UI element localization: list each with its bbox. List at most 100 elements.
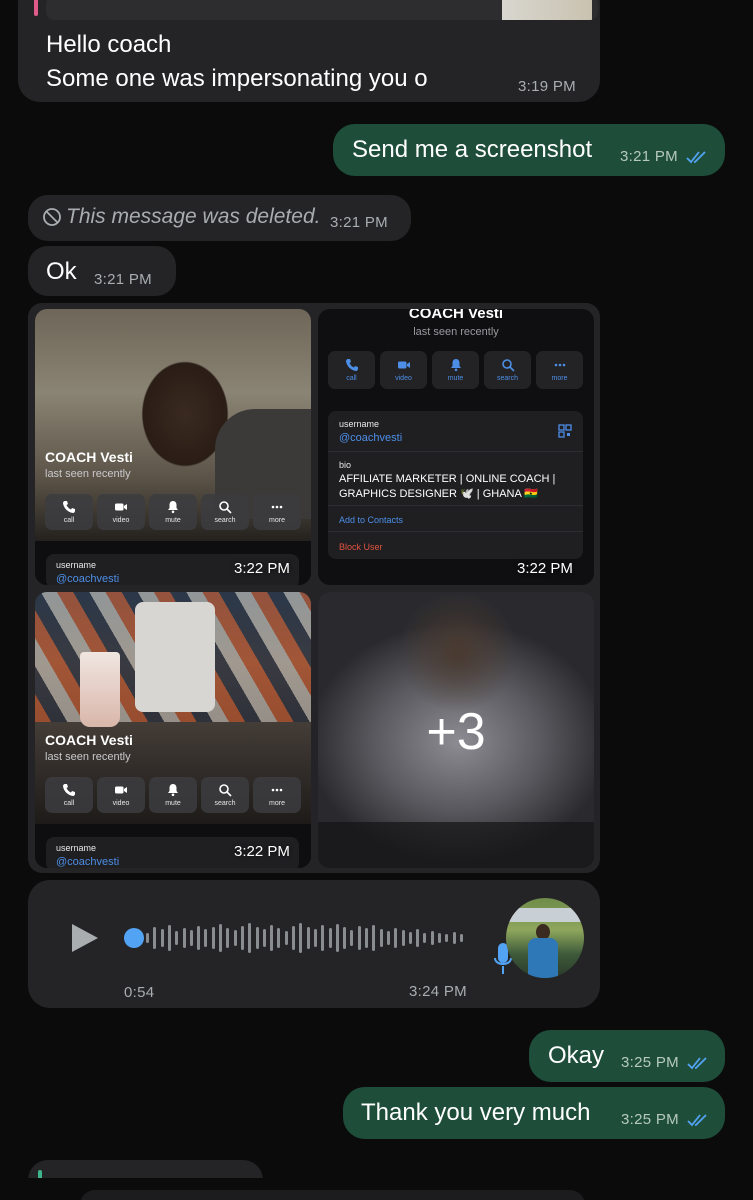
album-photo-2[interactable]: COACH Vesti last seen recently call vide… (318, 309, 594, 585)
album-photo-1[interactable]: COACH Vesti last seen recently call vide… (35, 309, 311, 585)
mute-label: mute (165, 517, 181, 524)
bell-icon (168, 784, 178, 797)
reply-preview[interactable] (46, 0, 598, 20)
avatar[interactable] (506, 898, 584, 978)
video-button[interactable]: video (97, 494, 145, 530)
waveform-bar (211, 927, 215, 949)
video-button[interactable]: video (97, 777, 145, 813)
waveform-bar (248, 923, 252, 953)
video-button[interactable]: video (380, 351, 427, 389)
waveform-bar (226, 928, 230, 948)
mute-button[interactable]: mute (149, 777, 197, 813)
message-time: 3:21 PM (330, 214, 388, 231)
more-label: more (551, 375, 568, 382)
profile-status: last seen recently (45, 751, 131, 763)
voice-waveform[interactable] (146, 916, 466, 960)
more-button[interactable]: more (253, 777, 301, 813)
waveform-bar (146, 933, 149, 943)
waveform-bar (372, 925, 376, 951)
username-value: @coachvesti (339, 432, 403, 444)
more-icon (271, 788, 283, 792)
search-button[interactable]: search (201, 777, 249, 813)
search-button[interactable]: search (484, 351, 531, 389)
waveform-bar (416, 929, 420, 947)
more-label: more (269, 800, 285, 807)
waveform-bar (182, 928, 186, 948)
waveform-bar (292, 926, 295, 950)
reply-thumbnail (502, 0, 592, 20)
phone-icon (63, 501, 75, 513)
search-icon (501, 359, 515, 372)
mute-label: mute (165, 800, 181, 807)
call-button[interactable]: call (45, 777, 93, 813)
block-user-button[interactable]: Block User (339, 542, 383, 552)
tshirt (135, 602, 215, 712)
voice-message: 0:54 3:24 PM (28, 880, 600, 1008)
message-time: 3:21 PM (620, 148, 678, 165)
search-button[interactable]: search (201, 494, 249, 530)
search-label: search (214, 517, 236, 524)
waveform-bar (313, 929, 317, 947)
play-icon[interactable] (70, 922, 100, 954)
blocked-icon (43, 208, 61, 226)
album-photo-3[interactable]: COACH Vesti last seen recently call vide… (35, 592, 311, 868)
search-label: search (214, 800, 236, 807)
mute-button[interactable]: mute (149, 494, 197, 530)
voice-duration: 0:54 (124, 984, 155, 1001)
voice-progress-knob[interactable] (124, 928, 144, 948)
add-to-contacts-button[interactable]: Add to Contacts (339, 515, 403, 525)
message-bubble-incoming[interactable]: Ok 3:21 PM (28, 246, 176, 296)
message-bubble-outgoing[interactable]: Send me a screenshot 3:21 PM (333, 124, 725, 176)
album-more-photos[interactable]: +3 (318, 592, 594, 868)
message-text: Hello coach (46, 31, 172, 58)
profile-name: COACH Vesti (45, 449, 133, 465)
double-check-icon (687, 1057, 708, 1070)
bio-text-line-2: GRAPHICS DESIGNER 🕊️ | GHANA 🇬🇭 (339, 488, 538, 500)
photo-time: 3:22 PM (234, 560, 290, 577)
waveform-bar (350, 930, 354, 946)
waveform-bar (379, 929, 383, 947)
message-text: Okay (548, 1042, 605, 1069)
phone-icon (63, 784, 75, 796)
bell-icon (168, 501, 178, 514)
waveform-bar (357, 926, 361, 950)
more-button[interactable]: more (253, 494, 301, 530)
message-bubble-incoming[interactable]: Hello coach Some one was impersonating y… (18, 0, 600, 102)
message-bubble-outgoing[interactable]: Thank you very much 3:25 PM (343, 1087, 725, 1139)
profile-name: COACH Vesti (408, 309, 504, 322)
qr-icon[interactable] (558, 424, 572, 438)
username-label: username (56, 843, 97, 853)
more-button[interactable]: more (536, 351, 583, 389)
waveform-bar (459, 934, 463, 942)
waveform-bar (284, 931, 288, 945)
waveform-bar (153, 927, 157, 949)
waveform-bar (160, 929, 164, 947)
more-photos-count: +3 (426, 703, 486, 761)
bio-label: bio (339, 460, 352, 470)
drink-glass (80, 652, 120, 727)
call-button[interactable]: call (328, 351, 375, 389)
waveform-bar (262, 929, 266, 947)
reply-indicator (34, 0, 38, 16)
message-bubble-incoming[interactable]: This message was deleted. 3:21 PM (28, 195, 411, 241)
video-icon (397, 361, 410, 369)
search-icon (219, 784, 232, 797)
waveform-bar (277, 928, 281, 948)
waveform-bar (167, 925, 171, 951)
search-label: search (496, 375, 518, 382)
call-button[interactable]: call (45, 494, 93, 530)
phone-icon (345, 359, 358, 371)
waveform-bar (328, 928, 332, 948)
message-text: Some one was impersonating you o (46, 65, 428, 92)
photo-time: 3:22 PM (234, 843, 290, 860)
message-input[interactable] (80, 1190, 585, 1200)
message-bubble-outgoing[interactable]: Okay 3:25 PM (529, 1030, 725, 1082)
waveform-bar (204, 929, 208, 947)
more-label: more (269, 517, 285, 524)
double-check-icon (687, 1114, 708, 1127)
mute-label: mute (447, 375, 464, 382)
profile-name: COACH Vesti (45, 732, 133, 748)
video-label: video (395, 375, 412, 382)
call-label: call (63, 517, 75, 524)
mute-button[interactable]: mute (432, 351, 479, 389)
